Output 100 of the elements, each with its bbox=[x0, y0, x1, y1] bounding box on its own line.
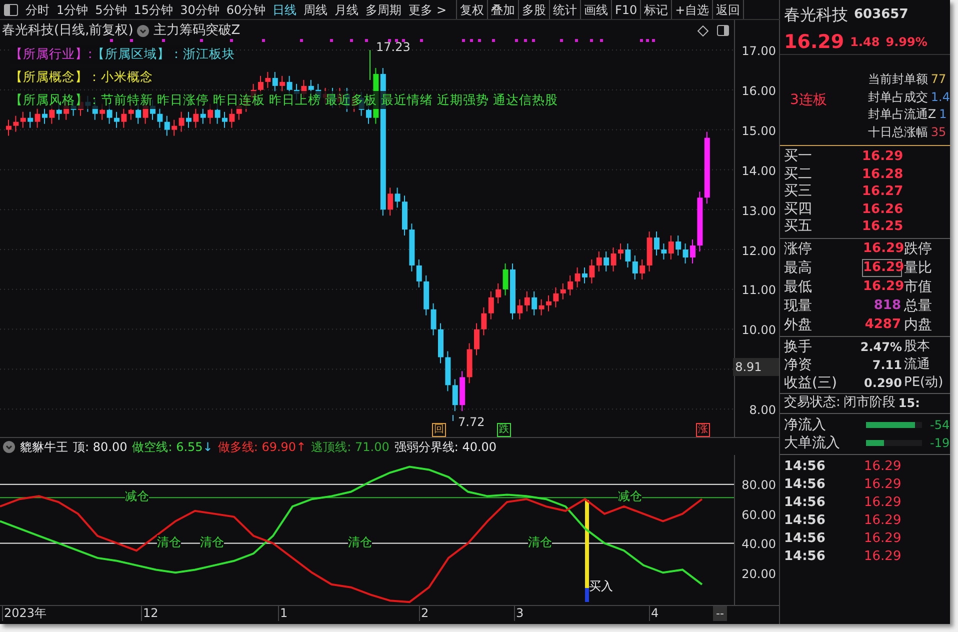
status-value: 闭市阶段 bbox=[843, 394, 896, 412]
period-tab[interactable]: 月线 bbox=[331, 0, 362, 18]
seal-value: 1 bbox=[939, 106, 947, 123]
signal-marker: 跌 bbox=[497, 423, 511, 437]
dropdown-icon[interactable] bbox=[137, 24, 150, 37]
stat-label: 外盘 bbox=[784, 316, 813, 334]
toolbar-button[interactable]: 统计 bbox=[550, 0, 581, 19]
seal-value: 77 bbox=[930, 71, 946, 88]
axis-end-label: -- bbox=[713, 606, 727, 621]
toolbar-button[interactable]: +自选 bbox=[672, 0, 714, 19]
date-label: 2023年 bbox=[2, 606, 47, 621]
limit-up-streak: 3连板 bbox=[790, 91, 827, 110]
stat-value: 4287 bbox=[864, 316, 902, 334]
period-tab[interactable]: 15分钟 bbox=[130, 0, 177, 18]
bid-price: 16.26 bbox=[862, 200, 904, 218]
stat-value: 16.29 bbox=[862, 278, 902, 296]
stat-label: 现量 bbox=[784, 296, 813, 316]
axis-label: 15.00 bbox=[742, 122, 776, 140]
finance-label: 流通 bbox=[904, 356, 930, 374]
axis-label: 8.00 bbox=[749, 402, 776, 420]
indicator-value: 顶: 80.00 bbox=[73, 438, 128, 456]
bid-label: 买五 bbox=[784, 218, 813, 236]
tick-price: 16.29 bbox=[864, 494, 902, 512]
arrow-icon: ↑ bbox=[296, 438, 306, 456]
signal-label: 减仓 bbox=[125, 489, 149, 503]
toolbar-button[interactable]: 画线 bbox=[581, 0, 612, 19]
indicator-value: 做空线: 6.55 bbox=[132, 438, 203, 456]
date-label: 3 bbox=[514, 606, 524, 621]
toolbar-button[interactable]: 标记 bbox=[641, 0, 672, 19]
axis-label: 11.00 bbox=[742, 282, 776, 300]
bid-label: 买三 bbox=[784, 183, 813, 200]
toolbar-button[interactable]: F10 bbox=[612, 0, 642, 19]
tick-time: 14:56 bbox=[784, 494, 826, 512]
period-tab[interactable]: 更多 > bbox=[405, 0, 450, 18]
axis-label: 12.00 bbox=[742, 242, 776, 260]
indicator-name: 主力筹码突破Z bbox=[153, 22, 240, 40]
toolbar-button[interactable]: 叠加 bbox=[488, 0, 519, 19]
stock-name: 春光科技 bbox=[784, 4, 848, 26]
seal-label: 当前封单额 bbox=[868, 71, 928, 88]
status-label: 交易状态: bbox=[784, 394, 840, 412]
stat-label: 最高 bbox=[784, 258, 813, 278]
seal-value: 35 bbox=[930, 124, 946, 140]
toolbar-button[interactable]: 返回 bbox=[713, 0, 744, 19]
tick-price: 16.29 bbox=[864, 548, 902, 566]
period-tab[interactable]: 1分钟 bbox=[53, 0, 92, 18]
finance-label: 换手 bbox=[784, 338, 813, 356]
flow-label: 净流入 bbox=[784, 416, 827, 434]
stat-value: 16.29 bbox=[862, 259, 902, 277]
tick-price: 16.29 bbox=[864, 512, 902, 530]
stat-label: 总量 bbox=[904, 296, 932, 316]
seal-label: 十日总涨幅 bbox=[868, 124, 928, 140]
stat-label: 跌停 bbox=[904, 240, 932, 258]
bid-label: 买四 bbox=[784, 200, 813, 218]
axis-label: 17.00 bbox=[742, 43, 776, 60]
stat-label: 涨停 bbox=[784, 240, 813, 258]
panel-toggle-icon[interactable] bbox=[4, 4, 18, 16]
stat-label: 市值 bbox=[904, 278, 932, 296]
bid-label: 买二 bbox=[784, 166, 813, 183]
period-tab[interactable]: 分时 bbox=[22, 0, 53, 18]
toolbar-button[interactable]: 多股 bbox=[519, 0, 550, 19]
period-tab[interactable]: 周线 bbox=[300, 0, 332, 18]
panel-toggle-icon[interactable] bbox=[717, 25, 729, 36]
stock-code: 603657 bbox=[854, 6, 908, 24]
axis-label: 80.00 bbox=[742, 477, 776, 494]
date-label: 2 bbox=[419, 606, 429, 621]
high-price-label: 17.23 bbox=[376, 39, 410, 56]
finance-label: 净资 bbox=[784, 356, 813, 374]
tick-price: 16.29 bbox=[864, 530, 902, 548]
stat-value: 818 bbox=[872, 297, 902, 315]
period-tab[interactable]: 30分钟 bbox=[176, 0, 223, 18]
seal-value: 1.4 bbox=[930, 88, 950, 106]
tick-price: 16.29 bbox=[864, 476, 902, 494]
period-tab[interactable]: 5分钟 bbox=[92, 0, 130, 18]
finance-label: PE(动) bbox=[904, 374, 944, 392]
tick-time: 14:56 bbox=[784, 458, 826, 476]
tick-time: 14:56 bbox=[784, 512, 826, 530]
last-price: 16.29 bbox=[784, 30, 844, 55]
finance-label: 股本 bbox=[904, 338, 930, 356]
indicator-value: 强弱分界线: 40.00 bbox=[394, 438, 497, 456]
flow-value: -19 bbox=[930, 434, 950, 452]
signal-label: 减仓 bbox=[618, 489, 642, 503]
chart-title: 春光科技(日线,前复权) bbox=[2, 22, 134, 40]
bid-price: 16.25 bbox=[862, 218, 904, 236]
finance-value: 2.47% bbox=[859, 338, 902, 356]
price-change: 1.48 bbox=[850, 34, 880, 51]
toolbar-button[interactable]: 复权 bbox=[457, 0, 488, 19]
finance-label: 收益(三) bbox=[784, 374, 838, 392]
status-time: 15: bbox=[898, 395, 920, 412]
period-tab[interactable]: 60分钟 bbox=[222, 0, 270, 18]
indicator-title: 貔貅牛王 bbox=[20, 438, 68, 456]
signal-label: 清仓 bbox=[200, 535, 224, 549]
seal-label: 封单占流通Z bbox=[868, 106, 936, 123]
dropdown-icon[interactable] bbox=[3, 440, 15, 452]
axis-label: 10.00 bbox=[742, 322, 776, 340]
finance-value: 0.290 bbox=[863, 374, 902, 392]
period-tab[interactable]: 日线 bbox=[269, 0, 300, 18]
axis-label: 13.00 bbox=[742, 202, 776, 220]
period-tab[interactable]: 多周期 bbox=[362, 0, 406, 18]
flow-label: 大单流入 bbox=[784, 434, 841, 452]
date-label: 12 bbox=[141, 606, 158, 621]
